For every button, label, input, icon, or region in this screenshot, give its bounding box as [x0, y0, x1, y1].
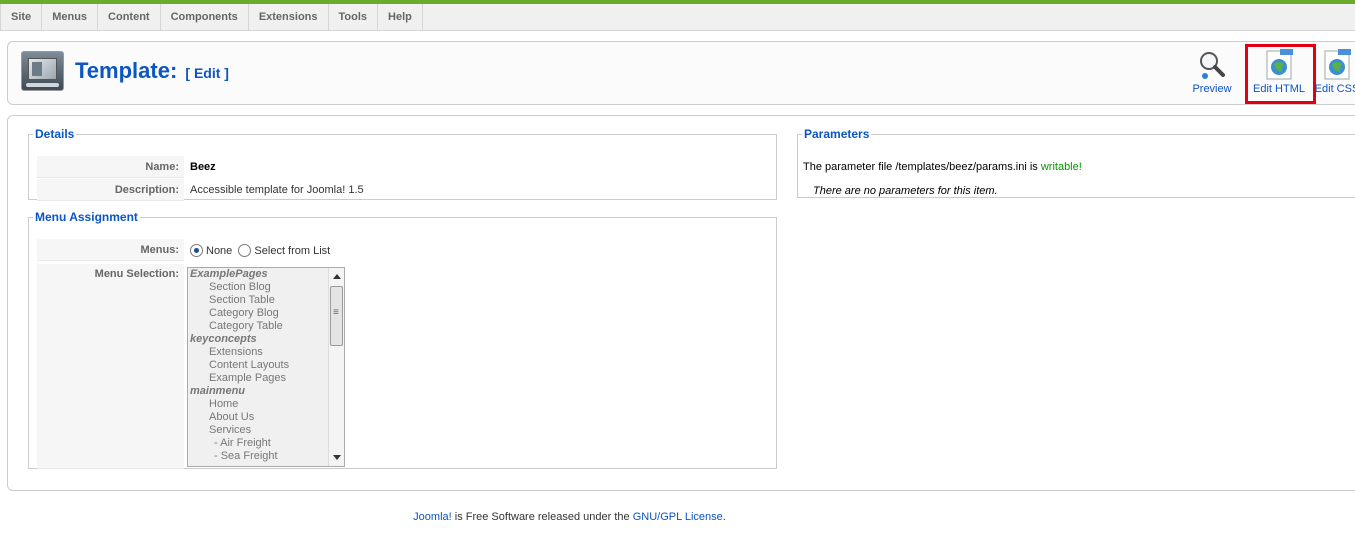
- list-option[interactable]: About Us: [188, 411, 344, 424]
- list-option[interactable]: Section Blog: [188, 281, 344, 294]
- parameter-file-path: The parameter file /templates/beez/param…: [803, 161, 1038, 173]
- scroll-down-icon[interactable]: [333, 455, 341, 460]
- main-menu-bar: Site Menus Content Components Extensions…: [0, 4, 1355, 31]
- listbox-scrollbar[interactable]: [328, 268, 344, 466]
- page-title: Template: [ Edit ]: [75, 58, 229, 84]
- footer-end: .: [722, 511, 726, 523]
- parameters-legend: Parameters: [804, 127, 870, 141]
- description-label: Description:: [37, 179, 184, 201]
- list-option[interactable]: Example Pages: [188, 372, 344, 385]
- preview-button[interactable]: Preview: [1190, 49, 1234, 95]
- menu-menus[interactable]: Menus: [42, 4, 99, 30]
- menu-site[interactable]: Site: [0, 4, 43, 30]
- name-label: Name:: [37, 156, 184, 178]
- menus-options: None Select from List: [184, 239, 330, 261]
- scroll-thumb[interactable]: [330, 286, 343, 346]
- highlight-box: [1245, 44, 1316, 104]
- menu-assignment-fieldset: Menu Assignment Menus: None Select from …: [28, 210, 777, 469]
- radio-select-label[interactable]: Select from List: [254, 245, 330, 257]
- preview-label: Preview: [1192, 83, 1232, 95]
- menu-help[interactable]: Help: [378, 4, 423, 30]
- edit-css-button[interactable]: Edit CSS: [1312, 49, 1355, 95]
- magnifier-icon: [1196, 49, 1228, 81]
- edit-css-icon: [1321, 49, 1353, 81]
- menu-content[interactable]: Content: [98, 4, 161, 30]
- name-row: Name: Beez: [37, 156, 216, 178]
- menu-selection-row: Menu Selection:: [37, 264, 184, 469]
- toolbar-panel: Template: [ Edit ]: [7, 41, 1355, 105]
- list-option[interactable]: Extensions: [188, 346, 344, 359]
- list-option[interactable]: Content Layouts: [188, 359, 344, 372]
- parameters-fieldset: Parameters The parameter file /templates…: [797, 127, 1355, 198]
- description-value: Accessible template for Joomla! 1.5: [190, 184, 364, 196]
- radio-none[interactable]: [190, 244, 203, 257]
- list-option[interactable]: Category Table: [188, 320, 344, 333]
- list-group-label: ExamplePages: [190, 268, 268, 280]
- list-option[interactable]: - Sea Freight: [188, 450, 344, 463]
- main-content-panel: Details Name: Beez Description: Accessib…: [7, 115, 1355, 491]
- details-legend: Details: [35, 127, 75, 141]
- radio-select-from-list[interactable]: [238, 244, 252, 257]
- name-value: Beez: [190, 161, 216, 173]
- menus-row: Menus: None Select from List: [37, 239, 330, 261]
- radio-none-label[interactable]: None: [206, 245, 232, 257]
- menus-label: Menus:: [37, 239, 184, 261]
- writable-status: writable!: [1040, 161, 1082, 173]
- list-option[interactable]: Section Table: [188, 294, 344, 307]
- menu-tools[interactable]: Tools: [329, 4, 379, 30]
- parameter-file-text: The parameter file /templates/beez/param…: [803, 161, 1082, 173]
- edit-css-label: Edit CSS: [1314, 83, 1355, 95]
- page-title-text: Template:: [75, 58, 178, 83]
- menu-selection-label: Menu Selection:: [37, 264, 184, 469]
- list-group-label: keyconcepts: [190, 333, 257, 345]
- list-option[interactable]: Home: [188, 398, 344, 411]
- menu-bar-filler: [423, 4, 1310, 30]
- list-group-label: mainmenu: [190, 385, 246, 397]
- footer: Joomla! is Free Software released under …: [0, 511, 1139, 523]
- menu-assignment-legend: Menu Assignment: [35, 210, 138, 224]
- scroll-up-icon[interactable]: [333, 274, 341, 279]
- footer-text: is Free Software released under the: [451, 511, 633, 523]
- template-manager-icon: [21, 51, 64, 91]
- menu-components[interactable]: Components: [161, 4, 249, 30]
- description-row: Description: Accessible template for Joo…: [37, 179, 364, 201]
- list-option[interactable]: Category Blog: [188, 307, 344, 320]
- page-subtitle: [ Edit ]: [185, 65, 229, 81]
- joomla-link[interactable]: Joomla!: [413, 511, 452, 523]
- details-fieldset: Details Name: Beez Description: Accessib…: [28, 127, 777, 201]
- list-option[interactable]: Services: [188, 424, 344, 437]
- no-parameters-text: There are no parameters for this item.: [813, 185, 998, 197]
- menu-extensions[interactable]: Extensions: [249, 4, 329, 30]
- menu-selection-listbox[interactable]: ExamplePages Section Blog Section Table Cat…: [187, 267, 345, 467]
- gpl-license-link[interactable]: GNU/GPL License: [633, 511, 723, 523]
- menu-selection-options: ExamplePages Section Blog Section Table Cat…: [188, 268, 344, 463]
- list-option[interactable]: - Air Freight: [188, 437, 344, 450]
